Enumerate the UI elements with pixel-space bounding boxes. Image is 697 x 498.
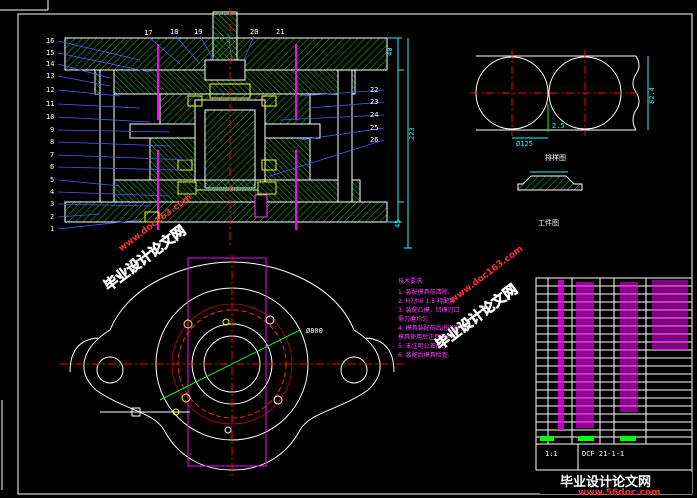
- part-label: 24: [370, 111, 378, 119]
- dim-total-height: 223: [408, 127, 416, 140]
- workpiece-caption: 工件图: [538, 218, 559, 227]
- footer-url: www.56doc.com: [578, 488, 661, 498]
- parts-list-table: DCF 21-1-1 1:1: [535, 277, 693, 471]
- tech-line: 3. 装配凸模，凹模刃口: [398, 306, 460, 314]
- part-label: 19: [194, 28, 202, 36]
- part-label: 12: [46, 86, 54, 94]
- part-label: 17: [144, 29, 152, 37]
- part-label: 15: [46, 49, 54, 57]
- dim-strip-gap: 2.5: [552, 122, 565, 130]
- part-label: 13: [46, 72, 54, 80]
- part-label: 21: [276, 28, 284, 36]
- part-label: 5: [50, 176, 54, 184]
- part-label: 18: [170, 28, 178, 36]
- drawing-scale: 1:1: [545, 450, 558, 458]
- cad-drawing: 40 223 45 16 15 14 13 12 11 10 9 8 7 6 5…: [0, 0, 693, 498]
- technical-notes: 技术要求: 1. 装配模具前清除。 2. H7/h6 1:5 持配套. 3. 装…: [398, 277, 466, 359]
- part-label: 16: [46, 37, 54, 45]
- part-label: 25: [370, 124, 378, 132]
- workpiece-view: 工件图: [517, 171, 583, 227]
- strip-layout: Ø125 82.4 2.5 排样图: [470, 50, 656, 162]
- part-numbers-right: 22 23 24 25 26: [370, 86, 378, 144]
- part-label: 23: [370, 98, 378, 106]
- assembly-section-view: 40 223 45: [64, 8, 416, 249]
- tech-title: 技术要求:: [398, 277, 424, 285]
- dim-base-height: 45: [394, 220, 402, 228]
- part-label: 9: [50, 126, 54, 134]
- part-label: 2: [50, 213, 54, 221]
- part-label: 3: [50, 200, 54, 208]
- dim-strip-width: 82.4: [648, 87, 656, 104]
- tech-line: 需刃磨均匀.: [398, 315, 430, 323]
- part-label: 11: [46, 100, 54, 108]
- dim-bore: Ø800: [306, 327, 323, 335]
- part-label: 8: [50, 138, 54, 146]
- part-label: 1: [50, 225, 54, 233]
- part-label: 26: [370, 136, 378, 144]
- part-label: 20: [250, 28, 258, 36]
- part-label: 14: [46, 60, 54, 68]
- tech-line: 1. 装配模具前清除。: [398, 288, 454, 296]
- strip-caption: 排样图: [545, 153, 566, 162]
- dim-strip-pitch: Ø125: [516, 140, 533, 148]
- part-label: 7: [50, 151, 54, 159]
- part-label: 4: [50, 188, 54, 196]
- part-label: 10: [46, 113, 54, 121]
- part-label: 6: [50, 163, 54, 171]
- part-numbers-left: 16 15 14 13 12 11 10 9 8 7 6 5 4 3 2 1: [46, 37, 54, 233]
- dim-top-height: 40: [386, 48, 394, 56]
- drawing-code: DCF 21-1-1: [582, 450, 624, 458]
- part-label: 22: [370, 86, 378, 94]
